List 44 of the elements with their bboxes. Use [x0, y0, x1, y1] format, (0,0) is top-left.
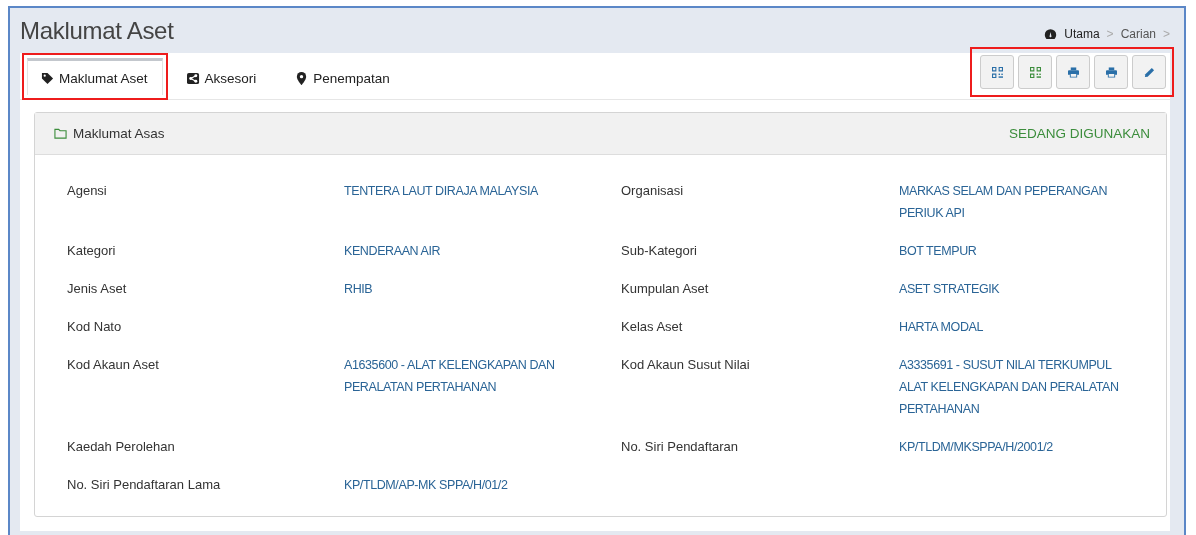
field-value: TENTERA LAUT DIRAJA MALAYSIA — [344, 183, 539, 200]
map-marker-icon — [295, 71, 309, 85]
field-label: Kelas Aset — [621, 318, 684, 336]
tab[interactable]: Maklumat Aset — [27, 58, 163, 95]
qr-code-button[interactable] — [1018, 55, 1052, 89]
tab[interactable]: Aksesori — [172, 58, 272, 95]
field-label: Kod Akaun Aset — [67, 356, 160, 374]
field-value: A3335691 - SUSUT NILAI TERKUMPUL ALAT KELENGKAPAN DAN PERALATAN PERTAHANAN — [899, 357, 1120, 418]
breadcrumb-separator: > — [1106, 26, 1114, 41]
field-label: Kategori — [67, 242, 117, 260]
field-value: A1635600 - ALAT KELENGKAPAN DAN PERALATAN PERTAHANAN — [344, 357, 556, 396]
field-label: Kaedah Perolehan — [67, 438, 176, 456]
folder-icon — [54, 128, 67, 139]
field-label: Kod Akaun Susut Nilai — [621, 356, 751, 374]
field-value: MARKAS SELAM DAN PEPERANGAN PERIUK API — [899, 183, 1108, 222]
breadcrumb-link[interactable]: Carian — [1120, 26, 1156, 41]
qr-code-button[interactable] — [980, 55, 1014, 89]
field-label: No. Siri Pendaftaran Lama — [67, 476, 222, 494]
share-icon — [186, 71, 200, 85]
field-label: Agensi — [67, 182, 108, 200]
field-value: KENDERAAN AIR — [344, 243, 442, 260]
field-label: Jenis Aset — [67, 280, 128, 298]
panel-title: Maklumat Asas — [73, 126, 165, 141]
page-title: Maklumat Aset — [20, 16, 174, 45]
field-value: KP/TLDM/AP-MK SPPA/H/01/2 — [344, 477, 509, 494]
tag-icon — [41, 71, 54, 85]
field-value: KP/TLDM/MKSPPA/H/2001/2 — [899, 439, 1054, 456]
print-button[interactable] — [1056, 55, 1090, 89]
dashboard-icon — [1044, 27, 1058, 40]
tab[interactable]: Penempatan — [281, 58, 405, 95]
field-label: Organisasi — [621, 182, 685, 200]
field-label: Kod Nato — [67, 318, 123, 336]
breadcrumb-separator: > — [1163, 26, 1170, 41]
edit-button[interactable] — [1132, 55, 1166, 89]
status-text: SEDANG DIGUNAKAN — [1008, 126, 1150, 141]
field-label: Sub-Kategori — [621, 242, 698, 260]
field-label: Kumpulan Aset — [621, 280, 710, 298]
field-value: HARTA MODAL — [899, 319, 985, 336]
field-value: ASET STRATEGIK — [899, 281, 1001, 298]
breadcrumb-link[interactable]: Utama — [1064, 26, 1100, 41]
field-label: No. Siri Pendaftaran — [621, 438, 740, 456]
field-value: BOT TEMPUR — [899, 243, 978, 260]
print-button[interactable] — [1094, 55, 1128, 89]
field-value: RHIB — [344, 281, 374, 298]
